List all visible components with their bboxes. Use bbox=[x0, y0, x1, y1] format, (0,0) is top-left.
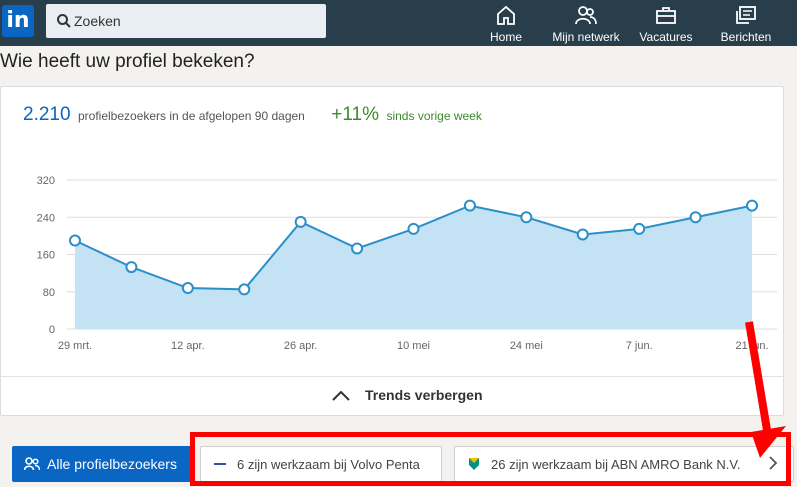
nav-messages-label: Berichten bbox=[720, 30, 772, 44]
visitors-card: 2.210 profielbezoekers in de afgelopen 9… bbox=[0, 86, 784, 416]
y-tick-label: 0 bbox=[49, 324, 55, 336]
data-point bbox=[689, 211, 702, 224]
network-icon bbox=[575, 6, 597, 25]
x-tick-label: 21 jun. bbox=[735, 340, 768, 352]
nav-messages[interactable]: Berichten bbox=[718, 4, 774, 44]
search-icon bbox=[57, 14, 71, 28]
x-tick-label: 29 mrt. bbox=[58, 340, 92, 352]
nav-network-label: Mijn netwerk bbox=[552, 30, 620, 44]
home-icon bbox=[497, 5, 515, 25]
all-visitors-button[interactable]: Alle profielbezoekers bbox=[12, 446, 192, 482]
data-point bbox=[125, 261, 138, 274]
data-point bbox=[294, 215, 307, 228]
hide-trends-label: Trends verbergen bbox=[365, 387, 483, 403]
annotation-box bbox=[190, 432, 791, 486]
page-title: Wie heeft uw profiel bekeken? bbox=[0, 51, 255, 72]
search-box[interactable] bbox=[46, 4, 326, 38]
data-point bbox=[181, 282, 194, 295]
messages-icon bbox=[736, 6, 756, 24]
x-tick-label: 26 apr. bbox=[284, 340, 318, 352]
visitors-chart: 0 80 160 240 320 29 mrt. 12 apr. 26 apr. 10 mei 2… bbox=[37, 175, 777, 352]
x-tick-label: 7 jun. bbox=[626, 340, 653, 352]
data-point bbox=[463, 199, 476, 212]
nav-jobs[interactable]: Vacatures bbox=[638, 4, 694, 44]
data-point bbox=[407, 222, 420, 235]
data-point bbox=[238, 283, 251, 296]
y-tick-label: 320 bbox=[37, 175, 55, 187]
x-tick-label: 12 apr. bbox=[171, 340, 205, 352]
divider bbox=[1, 376, 783, 377]
data-point bbox=[746, 199, 758, 212]
data-point bbox=[351, 242, 364, 255]
data-point bbox=[633, 222, 646, 235]
linkedin-logo[interactable]: in bbox=[2, 5, 34, 37]
y-tick-label: 80 bbox=[43, 287, 55, 299]
search-input[interactable] bbox=[74, 4, 322, 38]
briefcase-icon bbox=[656, 7, 676, 24]
people-icon bbox=[24, 457, 40, 471]
data-point bbox=[69, 234, 81, 247]
data-point bbox=[520, 211, 533, 224]
chevron-up-icon bbox=[332, 390, 350, 401]
top-nav: in Home Mijn netwerk Vacatures bbox=[0, 0, 797, 46]
nav-network[interactable]: Mijn netwerk bbox=[550, 4, 622, 44]
nav-jobs-label: Vacatures bbox=[639, 30, 693, 44]
data-point bbox=[576, 228, 589, 241]
y-tick-label: 160 bbox=[37, 250, 55, 262]
nav-home-label: Home bbox=[489, 30, 522, 44]
x-tick-label: 24 mei bbox=[510, 340, 543, 352]
nav-home[interactable]: Home bbox=[486, 4, 526, 44]
y-tick-label: 240 bbox=[37, 212, 55, 224]
x-tick-label: 10 mei bbox=[397, 340, 430, 352]
all-visitors-label: Alle profielbezoekers bbox=[47, 456, 177, 472]
